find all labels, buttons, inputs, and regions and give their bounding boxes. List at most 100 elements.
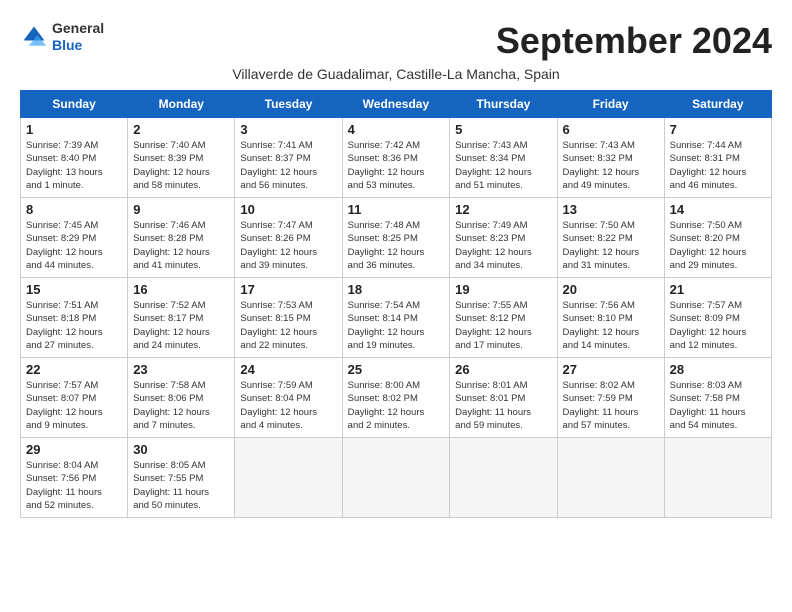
- calendar-cell: 12 Sunrise: 7:49 AM Sunset: 8:23 PM Dayli…: [450, 198, 557, 278]
- calendar-cell: 4 Sunrise: 7:42 AM Sunset: 8:36 PM Daylig…: [342, 118, 450, 198]
- day-info: Sunrise: 7:50 AM Sunset: 8:22 PM Dayligh…: [563, 219, 659, 272]
- day-info: Sunrise: 8:02 AM Sunset: 7:59 PM Dayligh…: [563, 379, 659, 432]
- day-info: Sunrise: 7:54 AM Sunset: 8:14 PM Dayligh…: [348, 299, 445, 352]
- day-number: 27: [563, 362, 659, 377]
- day-number: 21: [670, 282, 766, 297]
- calendar-cell: 3 Sunrise: 7:41 AM Sunset: 8:37 PM Daylig…: [235, 118, 342, 198]
- day-number: 19: [455, 282, 551, 297]
- day-info: Sunrise: 7:41 AM Sunset: 8:37 PM Dayligh…: [240, 139, 336, 192]
- day-info: Sunrise: 7:56 AM Sunset: 8:10 PM Dayligh…: [563, 299, 659, 352]
- day-info: Sunrise: 7:58 AM Sunset: 8:06 PM Dayligh…: [133, 379, 229, 432]
- day-number: 13: [563, 202, 659, 217]
- day-number: 1: [26, 122, 122, 137]
- day-number: 12: [455, 202, 551, 217]
- calendar-cell: 22 Sunrise: 7:57 AM Sunset: 8:07 PM Dayli…: [21, 358, 128, 438]
- week-row-4: 29 Sunrise: 8:04 AM Sunset: 7:56 PM Dayli…: [21, 438, 772, 518]
- day-info: Sunrise: 7:49 AM Sunset: 8:23 PM Dayligh…: [455, 219, 551, 272]
- day-number: 9: [133, 202, 229, 217]
- day-number: 14: [670, 202, 766, 217]
- column-header-tuesday: Tuesday: [235, 91, 342, 118]
- day-info: Sunrise: 7:44 AM Sunset: 8:31 PM Dayligh…: [670, 139, 766, 192]
- logo-text: General Blue: [52, 20, 104, 54]
- calendar-cell: [235, 438, 342, 518]
- week-row-0: 1 Sunrise: 7:39 AM Sunset: 8:40 PM Daylig…: [21, 118, 772, 198]
- day-number: 3: [240, 122, 336, 137]
- calendar-cell: [664, 438, 771, 518]
- day-info: Sunrise: 7:42 AM Sunset: 8:36 PM Dayligh…: [348, 139, 445, 192]
- calendar-cell: 25 Sunrise: 8:00 AM Sunset: 8:02 PM Dayli…: [342, 358, 450, 438]
- calendar-cell: 23 Sunrise: 7:58 AM Sunset: 8:06 PM Dayli…: [128, 358, 235, 438]
- header-row: SundayMondayTuesdayWednesdayThursdayFrid…: [21, 91, 772, 118]
- day-number: 18: [348, 282, 445, 297]
- day-number: 24: [240, 362, 336, 377]
- day-info: Sunrise: 7:53 AM Sunset: 8:15 PM Dayligh…: [240, 299, 336, 352]
- day-info: Sunrise: 7:57 AM Sunset: 8:07 PM Dayligh…: [26, 379, 122, 432]
- day-number: 10: [240, 202, 336, 217]
- day-number: 17: [240, 282, 336, 297]
- day-number: 4: [348, 122, 445, 137]
- day-info: Sunrise: 8:01 AM Sunset: 8:01 PM Dayligh…: [455, 379, 551, 432]
- calendar-cell: 20Sunrise: 7:56 AM Sunset: 8:10 PM Dayli…: [557, 278, 664, 358]
- day-info: Sunrise: 7:55 AM Sunset: 8:12 PM Dayligh…: [455, 299, 551, 352]
- column-header-monday: Monday: [128, 91, 235, 118]
- calendar-cell: 16Sunrise: 7:52 AM Sunset: 8:17 PM Dayli…: [128, 278, 235, 358]
- calendar-cell: [557, 438, 664, 518]
- calendar-cell: 10Sunrise: 7:47 AM Sunset: 8:26 PM Dayli…: [235, 198, 342, 278]
- column-header-sunday: Sunday: [21, 91, 128, 118]
- day-info: Sunrise: 8:00 AM Sunset: 8:02 PM Dayligh…: [348, 379, 445, 432]
- calendar-cell: 2Sunrise: 7:40 AM Sunset: 8:39 PM Daylig…: [128, 118, 235, 198]
- calendar-cell: 1 Sunrise: 7:39 AM Sunset: 8:40 PM Daylig…: [21, 118, 128, 198]
- day-info: Sunrise: 7:52 AM Sunset: 8:17 PM Dayligh…: [133, 299, 229, 352]
- calendar-cell: [342, 438, 450, 518]
- day-info: Sunrise: 8:03 AM Sunset: 7:58 PM Dayligh…: [670, 379, 766, 432]
- column-header-friday: Friday: [557, 91, 664, 118]
- column-header-wednesday: Wednesday: [342, 91, 450, 118]
- day-info: Sunrise: 7:45 AM Sunset: 8:29 PM Dayligh…: [26, 219, 122, 272]
- day-number: 5: [455, 122, 551, 137]
- day-number: 2: [133, 122, 229, 137]
- calendar-cell: 15 Sunrise: 7:51 AM Sunset: 8:18 PM Dayli…: [21, 278, 128, 358]
- calendar-cell: 14 Sunrise: 7:50 AM Sunset: 8:20 PM Dayli…: [664, 198, 771, 278]
- calendar-cell: 13 Sunrise: 7:50 AM Sunset: 8:22 PM Dayli…: [557, 198, 664, 278]
- day-info: Sunrise: 7:50 AM Sunset: 8:20 PM Dayligh…: [670, 219, 766, 272]
- day-number: 15: [26, 282, 122, 297]
- day-number: 22: [26, 362, 122, 377]
- calendar-cell: 9 Sunrise: 7:46 AM Sunset: 8:28 PM Daylig…: [128, 198, 235, 278]
- calendar-cell: 8 Sunrise: 7:45 AM Sunset: 8:29 PM Daylig…: [21, 198, 128, 278]
- week-row-3: 22 Sunrise: 7:57 AM Sunset: 8:07 PM Dayli…: [21, 358, 772, 438]
- subtitle: Villaverde de Guadalimar, Castille-La Ma…: [20, 66, 772, 82]
- calendar-cell: 26 Sunrise: 8:01 AM Sunset: 8:01 PM Dayli…: [450, 358, 557, 438]
- day-number: 29: [26, 442, 122, 457]
- day-number: 6: [563, 122, 659, 137]
- day-info: Sunrise: 8:04 AM Sunset: 7:56 PM Dayligh…: [26, 459, 122, 512]
- calendar-cell: 6 Sunrise: 7:43 AM Sunset: 8:32 PM Daylig…: [557, 118, 664, 198]
- day-info: Sunrise: 7:39 AM Sunset: 8:40 PM Dayligh…: [26, 139, 122, 192]
- calendar-cell: 17 Sunrise: 7:53 AM Sunset: 8:15 PM Dayli…: [235, 278, 342, 358]
- day-info: Sunrise: 7:43 AM Sunset: 8:34 PM Dayligh…: [455, 139, 551, 192]
- day-info: Sunrise: 7:51 AM Sunset: 8:18 PM Dayligh…: [26, 299, 122, 352]
- day-number: 7: [670, 122, 766, 137]
- day-number: 25: [348, 362, 445, 377]
- week-row-1: 8 Sunrise: 7:45 AM Sunset: 8:29 PM Daylig…: [21, 198, 772, 278]
- column-header-thursday: Thursday: [450, 91, 557, 118]
- day-info: Sunrise: 7:59 AM Sunset: 8:04 PM Dayligh…: [240, 379, 336, 432]
- column-header-saturday: Saturday: [664, 91, 771, 118]
- day-number: 30: [133, 442, 229, 457]
- logo: General Blue: [20, 20, 104, 54]
- day-info: Sunrise: 7:46 AM Sunset: 8:28 PM Dayligh…: [133, 219, 229, 272]
- day-info: Sunrise: 7:48 AM Sunset: 8:25 PM Dayligh…: [348, 219, 445, 272]
- calendar-cell: 30Sunrise: 8:05 AM Sunset: 7:55 PM Dayli…: [128, 438, 235, 518]
- calendar-cell: 7 Sunrise: 7:44 AM Sunset: 8:31 PM Daylig…: [664, 118, 771, 198]
- day-info: Sunrise: 7:57 AM Sunset: 8:09 PM Dayligh…: [670, 299, 766, 352]
- day-info: Sunrise: 7:43 AM Sunset: 8:32 PM Dayligh…: [563, 139, 659, 192]
- calendar-cell: 29 Sunrise: 8:04 AM Sunset: 7:56 PM Dayli…: [21, 438, 128, 518]
- day-number: 26: [455, 362, 551, 377]
- page-header: General Blue September 2024: [20, 20, 772, 62]
- day-number: 8: [26, 202, 122, 217]
- day-number: 11: [348, 202, 445, 217]
- calendar-cell: 24 Sunrise: 7:59 AM Sunset: 8:04 PM Dayli…: [235, 358, 342, 438]
- calendar-cell: 18 Sunrise: 7:54 AM Sunset: 8:14 PM Dayli…: [342, 278, 450, 358]
- calendar-cell: 5 Sunrise: 7:43 AM Sunset: 8:34 PM Daylig…: [450, 118, 557, 198]
- title-block: September 2024: [496, 20, 772, 62]
- day-number: 23: [133, 362, 229, 377]
